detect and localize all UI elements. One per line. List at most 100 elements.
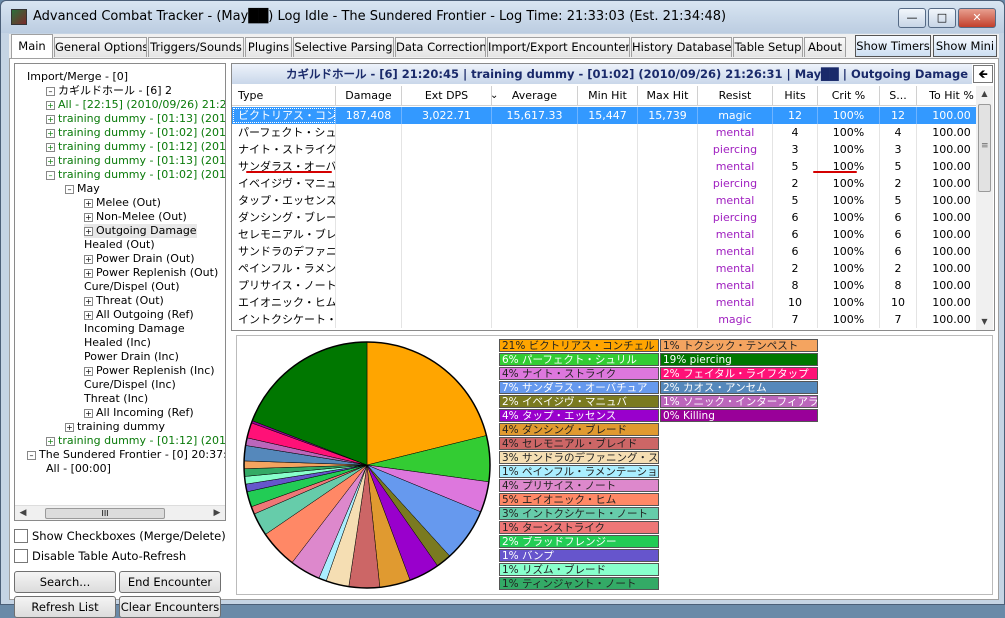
minimize-button[interactable]: — xyxy=(898,8,926,28)
tab-about[interactable]: About xyxy=(804,37,846,57)
expand-icon[interactable]: + xyxy=(84,268,93,278)
tab-import-export[interactable]: Import/Export Encounters xyxy=(487,37,630,57)
table-row[interactable]: ペインフル・ラメン... mental 2 100% 2 100.00 xyxy=(232,260,987,277)
column-header[interactable]: Min Hit xyxy=(578,86,638,106)
tree-node[interactable]: + Non-Melee (Out) xyxy=(84,210,187,224)
table-row[interactable]: イントクシケート・...magic7100%7100.00 xyxy=(232,311,987,328)
column-header[interactable]: Hits xyxy=(773,86,818,106)
expand-icon[interactable]: + xyxy=(46,114,55,124)
clear-encounters-button[interactable]: Clear Encounters xyxy=(119,596,221,618)
tab-main[interactable]: Main xyxy=(11,34,53,58)
maximize-button[interactable]: □ xyxy=(928,8,956,28)
table-row[interactable]: プリサイス・ノート mental 8 100% 8 100.00 xyxy=(232,277,987,294)
damage-table[interactable]: Type Damage Ext DPS Average ⌄ Min Hit Max Hit R… xyxy=(232,86,987,330)
collapse-icon[interactable]: – xyxy=(65,184,74,194)
tree-node[interactable]: Threat (Inc) xyxy=(84,392,148,406)
tree-node[interactable]: + Threat (Out) xyxy=(84,294,164,308)
tree-node[interactable]: – May xyxy=(65,182,100,196)
table-scroll-thumb[interactable]: ≡ xyxy=(978,104,991,192)
tree-node[interactable]: Cure/Dispel (Inc) xyxy=(84,378,176,392)
column-header[interactable]: Ext DPS xyxy=(402,86,492,106)
tree-node[interactable]: – カギルドホール - [6] 2 xyxy=(46,84,172,98)
refresh-list-button[interactable]: Refresh List xyxy=(14,596,116,618)
collapse-icon[interactable]: – xyxy=(46,86,55,96)
tab-history-database[interactable]: History Database xyxy=(631,37,732,57)
scroll-left-icon[interactable]: ◀ xyxy=(15,506,31,520)
tree-node[interactable]: + training dummy - [01:02] (2010/ xyxy=(46,126,225,140)
tree-node[interactable]: Incoming Damage xyxy=(84,322,185,336)
close-button[interactable]: ✕ xyxy=(958,8,996,28)
expand-icon[interactable]: + xyxy=(84,198,93,208)
table-row[interactable]: ダンシング・ブレードpiercing6100%6100.00 xyxy=(232,209,987,226)
pie-chart[interactable] xyxy=(241,339,493,591)
show-timers-button[interactable]: Show Timers xyxy=(855,35,931,57)
tree-node[interactable]: Healed (Out) xyxy=(84,238,155,252)
expand-icon[interactable]: + xyxy=(84,366,93,376)
expand-icon[interactable]: + xyxy=(65,422,74,432)
scroll-up-icon[interactable]: ▲ xyxy=(977,86,992,102)
table-row[interactable]: ビクトリアス・コン...187,4083,022.7115,617.3315,4… xyxy=(232,107,987,124)
disable-refresh-checkbox[interactable] xyxy=(14,549,28,563)
tree-node[interactable]: + Power Drain (Out) xyxy=(84,252,195,266)
expand-icon[interactable]: + xyxy=(84,254,93,264)
expand-icon[interactable]: + xyxy=(84,296,93,306)
tree-node[interactable]: + All Incoming (Ref) xyxy=(84,406,194,420)
column-header[interactable]: Max Hit xyxy=(638,86,698,106)
tree-node[interactable]: + training dummy - [01:13] (2010/ xyxy=(46,154,225,168)
table-row[interactable]: セレモニアル・ブレ...mental6100%6100.00 xyxy=(232,226,987,243)
search-button[interactable]: Search... xyxy=(14,571,116,593)
tree-node[interactable]: + All Outgoing (Ref) xyxy=(84,308,194,322)
encounter-tree[interactable]: Import/Merge - [0] – カギルドホール - [6] 2 + All -… xyxy=(14,63,226,521)
table-row[interactable]: タップ・エッセンス mental 5 100% 5 100.00 xyxy=(232,192,987,209)
tree-node[interactable]: – training dummy - [01:02] (2010/ xyxy=(46,168,225,182)
tab-table-setup[interactable]: Table Setup xyxy=(733,37,803,57)
tree-node[interactable]: – The Sundered Frontier - [0] 20:37:04 xyxy=(27,448,225,462)
back-arrow-icon[interactable]: 🡸 xyxy=(973,65,993,83)
tree-node[interactable]: Import/Merge - [0] xyxy=(27,70,128,84)
tree-node[interactable]: + training dummy - [01:12] (2010/ xyxy=(46,140,225,154)
tree-node[interactable]: + training dummy - [01:13] (2010/ xyxy=(46,112,225,126)
tree-node[interactable]: + Melee (Out) xyxy=(84,196,161,210)
scroll-down-icon[interactable]: ▼ xyxy=(977,314,992,330)
tree-node[interactable]: + Outgoing Damage xyxy=(84,224,197,238)
scroll-thumb[interactable]: III xyxy=(45,508,165,519)
expand-icon[interactable]: + xyxy=(84,310,93,320)
expand-icon[interactable]: + xyxy=(46,156,55,166)
column-header[interactable]: Crit % xyxy=(818,86,880,106)
tree-node[interactable]: + Power Replenish (Inc) xyxy=(84,364,215,378)
expand-icon[interactable]: + xyxy=(46,436,55,446)
expand-icon[interactable]: + xyxy=(84,226,93,236)
tab-selective-parsing[interactable]: Selective Parsing xyxy=(293,37,394,57)
table-row[interactable]: エイオニック・ヒム mental 10 100% 10 100.00 xyxy=(232,294,987,311)
expand-icon[interactable]: + xyxy=(46,142,55,152)
title-bar[interactable]: Advanced Combat Tracker - (May██) Log Id… xyxy=(1,1,1004,33)
table-vscrollbar[interactable]: ▲ ≡ ▼ xyxy=(976,86,993,330)
collapse-icon[interactable]: – xyxy=(27,450,36,460)
tree-node[interactable]: Power Drain (Inc) xyxy=(84,350,179,364)
tree-node[interactable]: All - [00:00] xyxy=(46,462,111,476)
column-header[interactable]: Damage xyxy=(336,86,402,106)
tab-triggers-sounds[interactable]: Triggers/Sounds xyxy=(148,37,244,57)
collapse-icon[interactable]: – xyxy=(46,170,55,180)
table-row[interactable]: ナイト・ストライク piercing 3 100% 3 100.00 xyxy=(232,141,987,158)
table-row[interactable]: パーフェクト・シュリルmental4100%4100.00 xyxy=(232,124,987,141)
expand-icon[interactable]: + xyxy=(84,212,93,222)
scroll-right-icon[interactable]: ▶ xyxy=(209,506,225,520)
tab-general-options[interactable]: General Options xyxy=(54,37,147,57)
end-encounter-button[interactable]: End Encounter xyxy=(119,571,221,593)
column-header[interactable]: Resist xyxy=(698,86,773,106)
column-header[interactable]: S... xyxy=(880,86,917,106)
tree-node[interactable]: + training dummy xyxy=(65,420,165,434)
expand-icon[interactable]: + xyxy=(46,100,55,110)
tree-node[interactable]: Healed (Inc) xyxy=(84,336,151,350)
show-checkboxes-checkbox[interactable] xyxy=(14,529,28,543)
column-header[interactable]: Average ⌄ xyxy=(492,86,578,106)
table-row[interactable]: サンダラス・オーバ...mental5100%5100.00 xyxy=(232,158,987,175)
tree-node[interactable]: + All - [22:15] (2010/09/26) 21:21 xyxy=(46,98,225,112)
show-mini-button[interactable]: Show Mini xyxy=(933,35,997,57)
tree-node[interactable]: + Power Replenish (Out) xyxy=(84,266,218,280)
tab-data-correction[interactable]: Data Correction xyxy=(395,37,486,57)
tree-node[interactable]: Cure/Dispel (Out) xyxy=(84,280,180,294)
table-row[interactable]: イベイジヴ・マニュ...piercing2100%2100.00 xyxy=(232,175,987,192)
table-row[interactable]: サンドラのデファニ...mental6100%6100.00 xyxy=(232,243,987,260)
